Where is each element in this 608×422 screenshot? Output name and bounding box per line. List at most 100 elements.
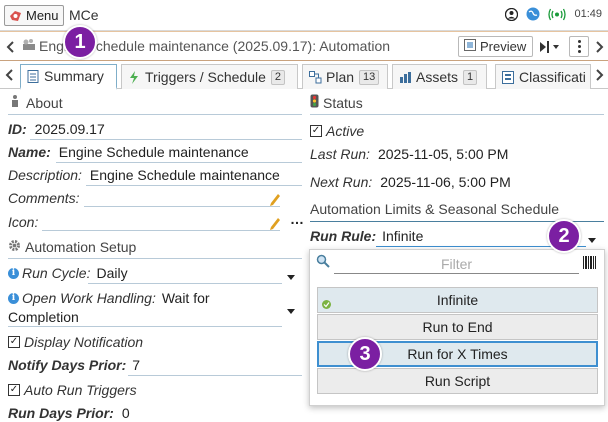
description-value[interactable]: Engine Schedule maintenance bbox=[90, 167, 280, 183]
barcode-icon[interactable] bbox=[583, 256, 596, 272]
step-marker-2: 2 bbox=[547, 219, 581, 253]
active-checkbox[interactable]: ✓ bbox=[310, 125, 322, 137]
tab-triggers-schedule[interactable]: Triggers / Schedule 2 bbox=[121, 64, 298, 89]
user-icon[interactable] bbox=[505, 7, 519, 21]
pencil-icon[interactable] bbox=[270, 217, 280, 230]
option-run-script[interactable]: Run Script bbox=[317, 368, 598, 394]
tab-count-badge: 2 bbox=[270, 69, 285, 85]
notify-days-row: Notify Days Prior: 7 bbox=[8, 357, 140, 373]
comments-row: Comments: bbox=[8, 190, 80, 206]
tab-label: Summary bbox=[44, 68, 104, 84]
run-days-value[interactable]: 0 bbox=[122, 405, 130, 421]
automation-setup-heading: Automation Setup bbox=[8, 239, 136, 255]
traffic-light-icon bbox=[310, 94, 319, 111]
tab-count-badge: 1 bbox=[463, 69, 478, 85]
id-row: ID: 2025.09.17 bbox=[8, 121, 105, 137]
field-underline bbox=[128, 375, 302, 376]
next-run-value: 2025-11-06, 5:00 PM bbox=[380, 174, 511, 190]
icon-row: Icon: bbox=[8, 214, 38, 230]
option-label: Run for X Times bbox=[407, 346, 508, 362]
open-work-select[interactable] bbox=[8, 326, 282, 327]
info-icon bbox=[8, 94, 22, 111]
last-run-label: Last Run: bbox=[310, 146, 370, 162]
field-underline bbox=[56, 162, 302, 163]
name-value[interactable]: Engine Schedule maintenance bbox=[59, 144, 249, 160]
automation-setup-heading-text: Automation Setup bbox=[25, 239, 137, 255]
run-cycle-value[interactable]: Daily bbox=[96, 265, 127, 281]
active-label: Active bbox=[326, 123, 365, 139]
run-rule-row: Run Rule: Infinite bbox=[310, 228, 423, 244]
limits-heading-text: Automation Limits & Seasonal Schedule bbox=[310, 201, 560, 217]
chevron-right-icon[interactable] bbox=[593, 38, 607, 55]
document-icon bbox=[27, 69, 39, 83]
tab-summary[interactable]: Summary bbox=[20, 64, 117, 90]
display-notification-checkbox[interactable]: ✓ bbox=[8, 336, 20, 348]
info-icon: i bbox=[8, 267, 19, 279]
icon-label: Icon: bbox=[8, 214, 39, 230]
globe-icon[interactable] bbox=[526, 7, 540, 21]
chevron-down-icon[interactable] bbox=[287, 275, 295, 280]
tab-assets[interactable]: Assets 1 bbox=[392, 64, 487, 89]
notify-days-label: Notify Days Prior: bbox=[8, 357, 127, 373]
next-run-label: Next Run: bbox=[310, 174, 373, 190]
step-marker-1: 1 bbox=[63, 25, 97, 59]
id-label: ID: bbox=[8, 121, 27, 137]
run-rule-value[interactable]: Infinite bbox=[382, 228, 423, 244]
option-label: Run to End bbox=[422, 319, 493, 335]
run-cycle-label: Run Cycle: bbox=[22, 265, 91, 281]
option-run-to-end[interactable]: Run to End bbox=[317, 314, 598, 340]
run-cycle-select[interactable] bbox=[88, 283, 282, 284]
check-circle-icon bbox=[322, 296, 331, 312]
about-heading-text: About bbox=[26, 94, 63, 111]
automation-icon bbox=[22, 38, 36, 54]
auto-run-checkbox[interactable]: ✓ bbox=[8, 384, 20, 396]
name-label: Name: bbox=[8, 144, 51, 160]
option-infinite[interactable]: Infinite bbox=[317, 287, 598, 313]
filter-input[interactable]: Filter bbox=[334, 254, 579, 274]
tab-plan[interactable]: Plan 13 bbox=[302, 64, 388, 89]
view-toggle-icon[interactable] bbox=[539, 38, 561, 55]
tab-count-badge: 13 bbox=[359, 69, 380, 85]
auto-run-label: Auto Run Triggers bbox=[24, 382, 137, 398]
preview-button[interactable]: Preview bbox=[458, 36, 533, 57]
display-notification-row[interactable]: ✓ Display Notification bbox=[8, 334, 143, 350]
tab-label: Triggers / Schedule bbox=[145, 69, 266, 85]
chevron-down-icon[interactable] bbox=[588, 238, 596, 243]
status-heading-text: Status bbox=[323, 94, 363, 111]
auto-run-row[interactable]: ✓ Auto Run Triggers bbox=[8, 382, 137, 398]
open-work-value-cont[interactable]: Completion bbox=[8, 309, 79, 325]
menu-button[interactable]: Menu bbox=[4, 5, 64, 26]
classification-icon bbox=[502, 70, 514, 84]
about-heading: About bbox=[8, 94, 63, 111]
more-options-button[interactable] bbox=[569, 36, 589, 57]
option-label: Run Script bbox=[424, 373, 491, 389]
run-rule-dropdown: Filter Infinite Run to End Run for X Tim… bbox=[309, 249, 605, 406]
open-work-row-cont: Completion bbox=[8, 309, 79, 325]
tab-classifications[interactable]: Classificati bbox=[495, 64, 591, 89]
open-work-value[interactable]: Wait for bbox=[162, 290, 210, 306]
pencil-icon[interactable] bbox=[270, 193, 280, 206]
icon-input[interactable] bbox=[42, 230, 280, 231]
chevron-down-icon[interactable] bbox=[287, 309, 295, 314]
tab-label: Assets bbox=[416, 69, 459, 85]
next-run-row: Next Run: 2025-11-06, 5:00 PM bbox=[310, 174, 511, 190]
tabs-scroll-left-icon[interactable] bbox=[2, 66, 16, 83]
more-icon[interactable]: … bbox=[290, 211, 304, 227]
chevron-left-icon[interactable] bbox=[3, 38, 17, 55]
option-label: Infinite bbox=[436, 292, 479, 308]
id-value: 2025.09.17 bbox=[34, 121, 105, 137]
notify-days-value[interactable]: 7 bbox=[132, 357, 140, 373]
description-row: Description: Engine Schedule maintenance bbox=[8, 167, 280, 183]
comments-input[interactable] bbox=[84, 206, 280, 207]
assets-icon bbox=[399, 71, 411, 84]
tabs-scroll-right-icon[interactable] bbox=[593, 66, 607, 83]
comments-label: Comments: bbox=[8, 190, 80, 206]
tab-bar: Summary Triggers / Schedule 2 Plan 13 As… bbox=[0, 61, 608, 90]
field-underline bbox=[30, 139, 302, 140]
search-icon bbox=[316, 254, 330, 271]
app-name: MCe bbox=[69, 7, 99, 23]
active-row[interactable]: ✓ Active bbox=[310, 123, 364, 139]
system-tray: 01:49 bbox=[505, 7, 602, 21]
app-logo-icon bbox=[9, 10, 22, 22]
run-cycle-row: i Run Cycle: Daily bbox=[8, 265, 128, 281]
